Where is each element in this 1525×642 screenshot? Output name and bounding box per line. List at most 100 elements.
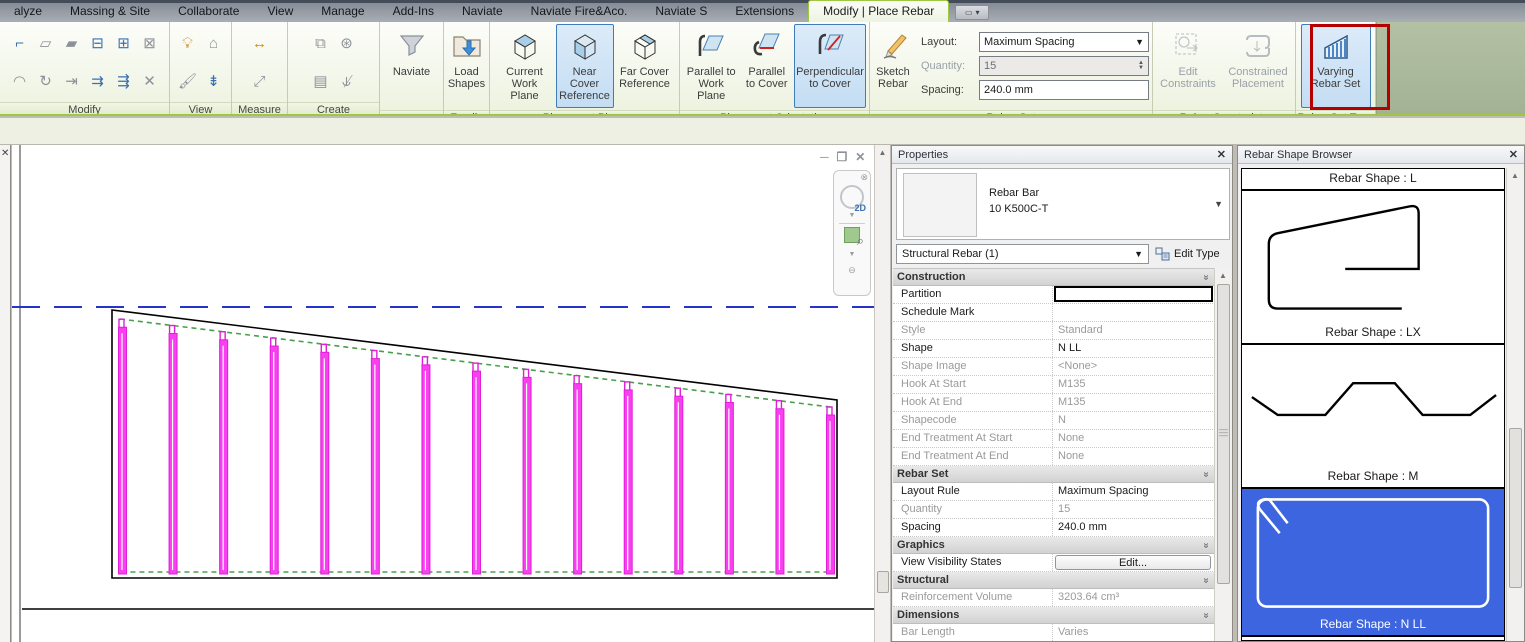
edit-constraints-button[interactable]: Edit Constraints (1156, 24, 1220, 108)
edit-type-button[interactable]: Edit Type (1153, 244, 1230, 264)
split-gap-icon[interactable]: ⊞ (112, 31, 136, 55)
tab-massing-site[interactable]: Massing & Site (56, 1, 164, 22)
zoom-tool-icon[interactable] (844, 227, 860, 243)
collapse-chevron-icon[interactable]: « (1201, 274, 1212, 280)
layout-dropdown[interactable]: Maximum Spacing ▼ (979, 32, 1149, 52)
varying-rebar-set-button[interactable]: Varying Rebar Set (1301, 24, 1371, 108)
panel-label-naviate-dropdown[interactable]: ▾ (380, 110, 443, 114)
tab-naviate-fire-aco-[interactable]: Naviate Fire&Aco. (517, 1, 642, 22)
align-icon[interactable]: ⇥ (60, 69, 84, 93)
tab-alyze[interactable]: alyze (0, 1, 56, 22)
navigation-bar[interactable]: ⊗ 2D ▼ ▼ ⊖ (833, 170, 871, 296)
measure-tape-icon[interactable]: ↔ (248, 31, 272, 55)
offset-icon[interactable]: ⇉ (86, 69, 110, 93)
spacing-input[interactable]: 240.0 mm (979, 80, 1149, 100)
constrained-placement-button[interactable]: Constrained Placement (1224, 24, 1292, 108)
tab-extensions[interactable]: Extensions (721, 1, 808, 22)
properties-scrollbar[interactable]: ▲ — — — (1214, 268, 1231, 641)
drawing-area[interactable] (12, 145, 874, 642)
chevron-down-icon[interactable]: ▼ (849, 212, 856, 219)
sketch-rebar-button[interactable]: Sketch Rebar (873, 24, 913, 108)
load-shapes-button[interactable]: Load Shapes (447, 24, 486, 108)
edit-button[interactable]: Edit... (1055, 555, 1211, 570)
section-header[interactable]: Construction« (893, 269, 1215, 286)
section-header[interactable]: Rebar Set« (893, 466, 1215, 483)
shape-item-m[interactable]: Rebar Shape : M (1242, 345, 1504, 489)
partition-edit-field[interactable] (1054, 286, 1213, 302)
collapse-chevron-icon[interactable]: « (1201, 471, 1212, 477)
browser-scrollbar[interactable]: ▲ (1506, 168, 1523, 641)
tab-naviate-s[interactable]: Naviate S (641, 1, 721, 22)
spinner-arrows-icon[interactable]: ▲▼ (1138, 61, 1144, 71)
parallel-to-cover-button[interactable]: Parallel to Cover (741, 24, 792, 108)
section-header[interactable]: Dimensions« (893, 607, 1215, 624)
type-selector[interactable]: Rebar Bar 10 K500C-T ▼ (896, 168, 1230, 240)
close-icon[interactable]: ✕ (1509, 148, 1518, 161)
property-value[interactable]: 240.0 mm (1053, 519, 1215, 536)
collapse-chevron-icon[interactable]: « (1201, 542, 1212, 548)
scrollbar-thumb[interactable] (877, 571, 889, 593)
cut-geometry-icon[interactable]: ▱ (34, 31, 58, 55)
split-element-icon[interactable]: ⊟ (86, 31, 110, 55)
lightbulb-icon[interactable]: 💡︎ (176, 31, 200, 55)
element-filter-dropdown[interactable]: Structural Rebar (1) ▼ (896, 244, 1149, 264)
shape-item-l[interactable]: Rebar Shape : L (1242, 169, 1504, 191)
property-value[interactable]: Edit... (1053, 554, 1215, 571)
mirror-icon[interactable]: ◠ (8, 69, 32, 93)
property-value[interactable]: N LL (1053, 340, 1215, 357)
scroll-up-icon[interactable]: ▲ (1215, 268, 1231, 283)
ribbon-display-toggle-button[interactable]: ▭▾ (955, 5, 989, 20)
current-work-plane-button[interactable]: Current Work Plane (496, 24, 554, 108)
rotate-icon[interactable]: ↻ (34, 69, 58, 93)
collapse-chevron-icon[interactable]: « (1201, 577, 1212, 583)
naviate-button[interactable]: Naviate (383, 24, 440, 108)
canvas-vertical-scrollbar[interactable]: ▲ (874, 145, 890, 642)
close-icon[interactable]: ✕ (1217, 148, 1226, 161)
property-value[interactable]: Maximum Spacing (1053, 483, 1215, 500)
tab-manage[interactable]: Manage (307, 1, 378, 22)
displace-elements-icon[interactable]: ⌂ (202, 31, 226, 55)
quantity-stepper[interactable]: 15 ▲▼ (979, 56, 1149, 76)
tab-add-ins[interactable]: Add-Ins (379, 1, 448, 22)
create-similar-icon[interactable]: ⊛ (335, 31, 359, 55)
create-group-icon[interactable]: ⧉ (309, 31, 333, 55)
near-cover-reference-button[interactable]: Near Cover Reference (556, 24, 614, 108)
linework-icon[interactable]: ⇟ (202, 69, 226, 93)
delete-icon[interactable]: ✕ (138, 69, 162, 93)
parallel-to-work-plane-button[interactable]: Parallel to Work Plane (683, 24, 739, 108)
create-parts-icon[interactable]: ⫝̸ (335, 69, 359, 93)
collapse-chevron-icon[interactable]: « (1201, 612, 1212, 618)
steering-wheel-2d-icon[interactable]: 2D (840, 185, 864, 209)
property-value[interactable] (1053, 304, 1215, 321)
close-icon[interactable]: ✕ (855, 150, 865, 164)
chevron-down-icon[interactable]: ▼ (1214, 199, 1223, 209)
scroll-up-icon[interactable]: ▲ (875, 145, 890, 160)
close-icon[interactable]: ✕ (1, 148, 9, 159)
collapse-icon[interactable]: ⊖ (848, 265, 856, 276)
scrollbar-thumb[interactable] (1509, 428, 1522, 588)
restore-icon[interactable]: ❐ (837, 150, 848, 164)
move-icon[interactable]: ⇶ (112, 69, 136, 93)
tab-modify-place-rebar[interactable]: Modify | Place Rebar (808, 0, 949, 22)
paint-brush-icon[interactable]: 🖌︎ (176, 69, 200, 93)
section-header[interactable]: Graphics« (893, 537, 1215, 554)
tab-naviate[interactable]: Naviate (448, 1, 517, 22)
section-header[interactable]: Structural« (893, 572, 1215, 589)
tab-view[interactable]: View (253, 1, 307, 22)
shape-item-lx[interactable]: Rebar Shape : LX (1242, 191, 1504, 345)
property-value[interactable] (1053, 286, 1215, 303)
unpin-icon[interactable]: ⊠ (138, 31, 162, 55)
chevron-down-icon[interactable]: ▼ (849, 251, 856, 258)
cope-icon[interactable]: ⌐ (8, 31, 32, 55)
shape-item-n-ll[interactable]: Rebar Shape : N LL (1242, 489, 1504, 637)
tab-collaborate[interactable]: Collaborate (164, 1, 253, 22)
join-geometry-icon[interactable]: ▰ (60, 31, 84, 55)
far-cover-reference-button[interactable]: Far Cover Reference (616, 24, 674, 108)
scroll-up-icon[interactable]: ▲ (1507, 168, 1523, 183)
create-assembly-icon[interactable]: ▤ (309, 69, 333, 93)
perpendicular-to-cover-button[interactable]: Perpendicular to Cover (794, 24, 866, 108)
minimize-icon[interactable]: ─ (820, 150, 829, 164)
aligned-dimension-icon[interactable]: ⤢ (248, 69, 272, 93)
ribbon-tab-bar: alyzeMassing & SiteCollaborateViewManage… (0, 0, 1525, 22)
close-icon[interactable]: ⊗ (860, 172, 868, 183)
